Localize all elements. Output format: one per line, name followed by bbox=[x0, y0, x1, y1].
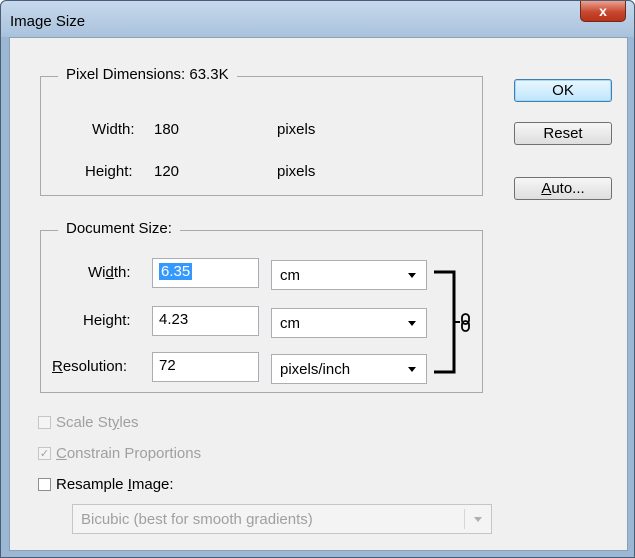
pixel-width-label: Width: bbox=[92, 121, 135, 138]
auto-button[interactable]: Auto... bbox=[514, 177, 612, 200]
resolution-label: Resolution: bbox=[52, 358, 128, 375]
pixel-width-value: 180 bbox=[154, 121, 180, 138]
doc-height-input[interactable]: 4.23 bbox=[152, 306, 259, 336]
chevron-down-icon bbox=[408, 367, 416, 372]
scale-styles-label: Scale Styles bbox=[56, 414, 139, 431]
title-bar[interactable]: Image Size x bbox=[1, 1, 634, 37]
constrain-proportions-checkbox[interactable]: ✓ bbox=[38, 447, 51, 460]
chain-link-icon bbox=[461, 313, 470, 332]
resolution-unit-select[interactable]: pixels/inch bbox=[271, 354, 427, 384]
checkmark-icon: ✓ bbox=[39, 448, 50, 460]
chevron-down-icon bbox=[408, 273, 416, 278]
document-size-title: Document Size: bbox=[58, 220, 180, 237]
resolution-unit-value: pixels/inch bbox=[280, 361, 351, 378]
combo-separator bbox=[464, 509, 465, 529]
resample-method-value: Bicubic (best for smooth gradients) bbox=[81, 511, 313, 528]
ok-button-label: OK bbox=[552, 82, 574, 99]
image-size-dialog: Image Size x Pixel Dimensions: 63.3K Wid… bbox=[0, 0, 635, 558]
doc-width-label: Width: bbox=[88, 264, 131, 281]
pixel-height-unit: pixels bbox=[277, 163, 316, 180]
reset-button-label: Reset bbox=[543, 125, 583, 142]
pixel-dimensions-title: Pixel Dimensions: 63.3K bbox=[58, 66, 237, 83]
constrain-proportions-label: Constrain Proportions bbox=[56, 445, 202, 462]
doc-height-label: Height: bbox=[83, 312, 131, 329]
constrain-proportions-option[interactable]: ✓ Constrain Proportions bbox=[38, 445, 201, 462]
doc-height-unit-value: cm bbox=[280, 315, 300, 332]
reset-button[interactable]: Reset bbox=[514, 122, 612, 145]
doc-width-input[interactable]: 6.35 bbox=[152, 258, 259, 288]
doc-width-unit-select[interactable]: cm bbox=[271, 260, 427, 290]
resample-image-label: Resample Image: bbox=[56, 476, 174, 493]
resample-method-select[interactable]: Bicubic (best for smooth gradients) bbox=[72, 504, 492, 534]
resolution-input[interactable]: 72 bbox=[152, 352, 259, 382]
doc-width-unit-value: cm bbox=[280, 267, 300, 284]
close-icon: x bbox=[599, 3, 607, 19]
resample-image-checkbox[interactable] bbox=[38, 478, 51, 491]
dialog-title: Image Size bbox=[10, 13, 86, 30]
doc-height-unit-select[interactable]: cm bbox=[271, 308, 427, 338]
chevron-down-icon bbox=[408, 321, 416, 326]
pixel-width-unit: pixels bbox=[277, 121, 316, 138]
scale-styles-checkbox[interactable] bbox=[38, 416, 51, 429]
dialog-body: Pixel Dimensions: 63.3K Width: 180 pixel… bbox=[9, 37, 628, 551]
scale-styles-option[interactable]: Scale Styles bbox=[38, 414, 139, 431]
close-button[interactable]: x bbox=[580, 1, 626, 22]
auto-button-label: Auto... bbox=[541, 180, 585, 197]
resample-image-option[interactable]: Resample Image: bbox=[38, 476, 174, 493]
pixel-height-label: Height: bbox=[85, 163, 133, 180]
chevron-down-icon bbox=[474, 517, 482, 522]
pixel-height-value: 120 bbox=[154, 163, 180, 180]
ok-button[interactable]: OK bbox=[514, 79, 612, 102]
